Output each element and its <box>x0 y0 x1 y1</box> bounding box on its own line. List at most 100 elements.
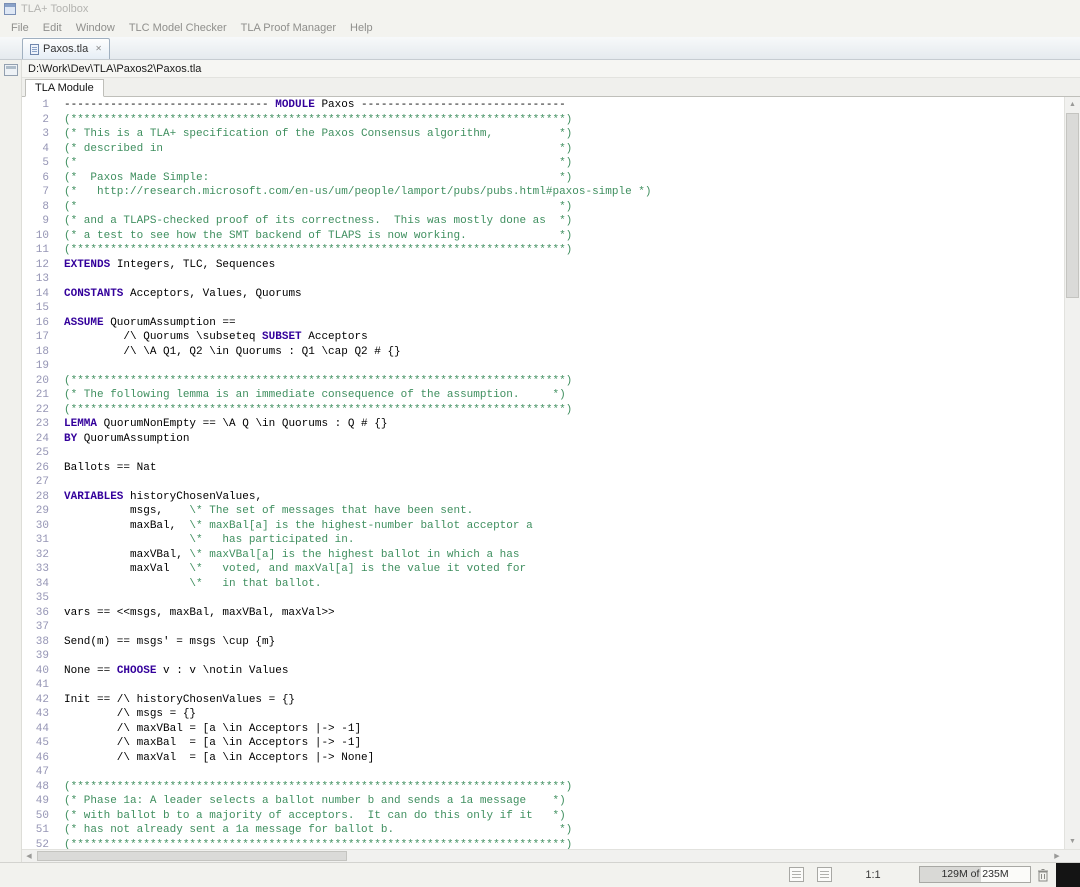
code-line-text <box>58 591 64 606</box>
code-line[interactable]: 9(* and a TLAPS-checked proof of its cor… <box>22 214 1064 229</box>
code-line[interactable]: 51(* has not already sent a 1a message f… <box>22 823 1064 838</box>
code-line[interactable]: 33 maxVal \* voted, and maxVal[a] is the… <box>22 562 1064 577</box>
code-line[interactable]: 25 <box>22 446 1064 461</box>
code-line-text <box>58 649 64 664</box>
status-bar: 1:1 129M of 235M <box>0 862 1080 886</box>
menu-item-window[interactable]: Window <box>69 20 122 36</box>
code-line[interactable]: 6(* Paxos Made Simple: *) <box>22 171 1064 186</box>
code-line[interactable]: 40None == CHOOSE v : v \notin Values <box>22 664 1064 679</box>
tab-tla-module[interactable]: TLA Module <box>25 79 104 97</box>
scroll-right-icon[interactable]: ▶ <box>1050 850 1064 862</box>
code-line-text: (***************************************… <box>58 113 572 128</box>
horizontal-scrollbar-thumb[interactable] <box>37 851 347 861</box>
line-number: 35 <box>22 591 58 606</box>
code-line[interactable]: 37 <box>22 620 1064 635</box>
code-line-text <box>58 272 64 287</box>
scroll-down-icon[interactable]: ▼ <box>1065 834 1080 849</box>
code-line[interactable]: 3(* This is a TLA+ specification of the … <box>22 127 1064 142</box>
code-line[interactable]: 14CONSTANTS Acceptors, Values, Quorums <box>22 287 1064 302</box>
code-line[interactable]: 7(* http://research.microsoft.com/en-us/… <box>22 185 1064 200</box>
code-line[interactable]: 17 /\ Quorums \subseteq SUBSET Acceptors <box>22 330 1064 345</box>
code-line[interactable]: 18 /\ \A Q1, Q2 \in Quorums : Q1 \cap Q2… <box>22 345 1064 360</box>
code-line[interactable]: 44 /\ maxVBal = [a \in Acceptors |-> -1] <box>22 722 1064 737</box>
line-number: 1 <box>22 98 58 113</box>
code-line[interactable]: 4(* described in *) <box>22 142 1064 157</box>
code-line[interactable]: 26Ballots == Nat <box>22 461 1064 476</box>
code-line[interactable]: 11(*************************************… <box>22 243 1064 258</box>
code-line[interactable]: 15 <box>22 301 1064 316</box>
garbage-collect-icon[interactable] <box>1035 866 1051 883</box>
tab-paxos-tla[interactable]: Paxos.tla ✕ <box>22 38 110 59</box>
code-line[interactable]: 29 msgs, \* The set of messages that hav… <box>22 504 1064 519</box>
code-line[interactable]: 30 maxBal, \* maxBal[a] is the highest-n… <box>22 519 1064 534</box>
menu-item-tlc-model-checker[interactable]: TLC Model Checker <box>122 20 234 36</box>
code-line[interactable]: 2(**************************************… <box>22 113 1064 128</box>
file-path-bar: D:\Work\Dev\TLA\Paxos2\Paxos.tla <box>22 60 1080 78</box>
tab-close-icon[interactable]: ✕ <box>95 45 102 53</box>
code-line-text: BY QuorumAssumption <box>58 432 189 447</box>
code-line[interactable]: 47 <box>22 765 1064 780</box>
line-number: 51 <box>22 823 58 838</box>
code-line[interactable]: 13 <box>22 272 1064 287</box>
code-line[interactable]: 27 <box>22 475 1064 490</box>
code-line[interactable]: 41 <box>22 678 1064 693</box>
code-line-text: (* described in *) <box>58 142 572 157</box>
code-line[interactable]: 21(* The following lemma is an immediate… <box>22 388 1064 403</box>
code-line[interactable]: 28VARIABLES historyChosenValues, <box>22 490 1064 505</box>
code-line[interactable]: 10(* a test to see how the SMT backend o… <box>22 229 1064 244</box>
code-line[interactable]: 23LEMMA QuorumNonEmpty == \A Q \in Quoru… <box>22 417 1064 432</box>
code-line[interactable]: 8(* *) <box>22 200 1064 215</box>
code-editor[interactable]: 1------------------------------- MODULE … <box>22 98 1064 849</box>
line-number: 25 <box>22 446 58 461</box>
line-number: 39 <box>22 649 58 664</box>
code-line[interactable]: 39 <box>22 649 1064 664</box>
menu-item-edit[interactable]: Edit <box>36 20 69 36</box>
code-line[interactable]: 12EXTENDS Integers, TLC, Sequences <box>22 258 1064 273</box>
code-line[interactable]: 20(*************************************… <box>22 374 1064 389</box>
code-line[interactable]: 34 \* in that ballot. <box>22 577 1064 592</box>
code-line[interactable]: 48(*************************************… <box>22 780 1064 795</box>
code-line[interactable]: 50(* with ballot b to a majority of acce… <box>22 809 1064 824</box>
code-line[interactable]: 45 /\ maxBal = [a \in Acceptors |-> -1] <box>22 736 1064 751</box>
line-number: 28 <box>22 490 58 505</box>
code-line[interactable]: 42Init == /\ historyChosenValues = {} <box>22 693 1064 708</box>
code-line[interactable]: 24BY QuorumAssumption <box>22 432 1064 447</box>
line-number: 12 <box>22 258 58 273</box>
menu-item-file[interactable]: File <box>4 20 36 36</box>
code-line[interactable]: 32 maxVBal, \* maxVBal[a] is the highest… <box>22 548 1064 563</box>
line-number: 40 <box>22 664 58 679</box>
code-line[interactable]: 38Send(m) == msgs' = msgs \cup {m} <box>22 635 1064 650</box>
code-line-text: (* Paxos Made Simple: *) <box>58 171 572 186</box>
line-number: 33 <box>22 562 58 577</box>
line-number: 17 <box>22 330 58 345</box>
code-line[interactable]: 49(* Phase 1a: A leader selects a ballot… <box>22 794 1064 809</box>
code-line[interactable]: 31 \* has participated in. <box>22 533 1064 548</box>
corner-dark-block <box>1056 863 1080 887</box>
restore-view-icon[interactable] <box>4 64 18 76</box>
line-number: 16 <box>22 316 58 331</box>
code-line[interactable]: 52(*************************************… <box>22 838 1064 850</box>
code-line[interactable]: 43 /\ msgs = {} <box>22 707 1064 722</box>
code-line[interactable]: 5(* *) <box>22 156 1064 171</box>
code-line[interactable]: 46 /\ maxVal = [a \in Acceptors |-> None… <box>22 751 1064 766</box>
code-line-text: (* with ballot b to a majority of accept… <box>58 809 566 824</box>
code-line[interactable]: 16ASSUME QuorumAssumption == <box>22 316 1064 331</box>
menu-item-help[interactable]: Help <box>343 20 380 36</box>
scroll-up-icon[interactable]: ▲ <box>1065 97 1080 112</box>
code-line-text: (* http://research.microsoft.com/en-us/u… <box>58 185 652 200</box>
code-line[interactable]: 22(*************************************… <box>22 403 1064 418</box>
vertical-scrollbar[interactable]: ▲ ▼ <box>1064 97 1080 849</box>
line-number: 29 <box>22 504 58 519</box>
horizontal-scrollbar[interactable]: ◀ ▶ <box>22 849 1080 862</box>
code-line[interactable]: 1------------------------------- MODULE … <box>22 98 1064 113</box>
line-number: 18 <box>22 345 58 360</box>
line-number: 44 <box>22 722 58 737</box>
code-line[interactable]: 36vars == <<msgs, maxBal, maxVBal, maxVa… <box>22 606 1064 621</box>
heap-status-gauge[interactable]: 129M of 235M <box>919 866 1031 883</box>
editor-area: 1------------------------------- MODULE … <box>22 97 1080 849</box>
scroll-left-icon[interactable]: ◀ <box>22 850 36 862</box>
vertical-scrollbar-thumb[interactable] <box>1066 113 1079 298</box>
menu-item-tla-proof-manager[interactable]: TLA Proof Manager <box>234 20 343 36</box>
code-line[interactable]: 19 <box>22 359 1064 374</box>
code-line[interactable]: 35 <box>22 591 1064 606</box>
